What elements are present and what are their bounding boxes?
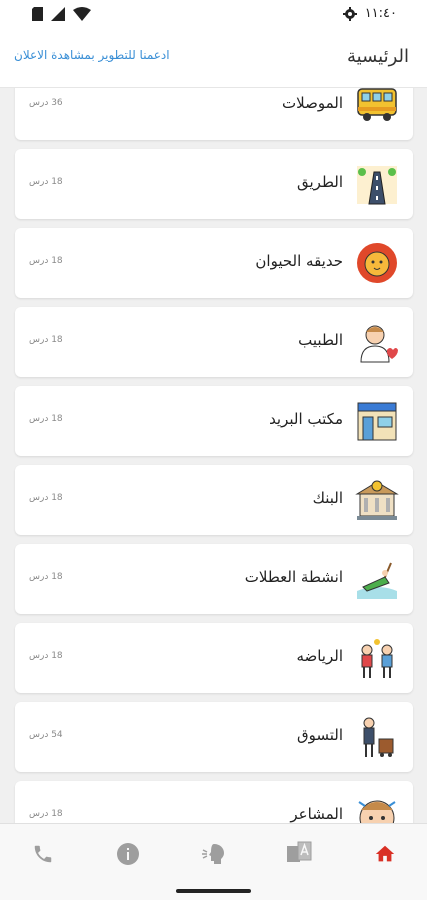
signal-icon: [51, 7, 65, 21]
category-name: الموصلات: [282, 94, 343, 112]
lesson-count: 18 درس: [29, 809, 63, 819]
beach-icon: [357, 562, 397, 599]
sports-icon: [361, 639, 393, 678]
speak-icon: [202, 844, 224, 864]
phone-icon: [34, 845, 52, 863]
nav-phone[interactable]: [30, 841, 56, 867]
nav-info[interactable]: [115, 841, 141, 867]
category-card-shopping[interactable]: التسوق 54 درس: [15, 702, 413, 772]
category-card-feelings[interactable]: المشاعر 18 درس: [15, 781, 413, 823]
category-name: المشاعر: [290, 805, 343, 823]
category-name: مكتب البريد: [269, 410, 343, 428]
bank-icon: [355, 480, 399, 520]
nav-home[interactable]: [372, 841, 398, 867]
nav-speak[interactable]: [200, 841, 226, 867]
lesson-count: 18 درس: [29, 177, 63, 187]
shopping-icon: [363, 717, 394, 757]
lesson-count: 18 درس: [29, 335, 63, 345]
feelings-icon: [358, 800, 396, 823]
category-card-sports[interactable]: الرياضه 18 درس: [15, 623, 413, 693]
category-card-bank[interactable]: البنك 18 درس: [15, 465, 413, 535]
page-title: الرئيسية: [347, 46, 409, 67]
category-name: حديقه الحيوان: [255, 252, 343, 270]
status-bar: ١١:٤٠: [0, 0, 427, 28]
category-card-doctor[interactable]: الطبيب 18 درس: [15, 307, 413, 377]
lesson-count: 54 درس: [29, 730, 63, 740]
category-name: البنك: [312, 489, 343, 507]
category-list[interactable]: الموصلات 36 درس الطريق 18 درس حديقه الحي…: [0, 88, 427, 823]
lesson-count: 18 درس: [29, 493, 63, 503]
road-icon: [357, 166, 397, 205]
app-header: الرئيسية ادعمنا للتطوير بمشاهدة الاعلان: [0, 28, 427, 88]
lesson-count: 36 درس: [29, 98, 63, 108]
gesture-area: [0, 883, 427, 900]
post-office-icon: [357, 402, 397, 441]
category-card-transport[interactable]: الموصلات 36 درس: [15, 88, 413, 140]
lesson-count: 18 درس: [29, 572, 63, 582]
lion-icon: [357, 243, 397, 283]
category-name: التسوق: [296, 726, 343, 744]
category-name: انشطة العطلات: [244, 568, 343, 586]
status-time: ١١:٤٠: [364, 6, 397, 21]
wifi-icon: [73, 7, 91, 21]
translate-icon: [287, 841, 312, 862]
category-card-road[interactable]: الطريق 18 درس: [15, 149, 413, 219]
category-name: الطريق: [296, 173, 343, 191]
category-card-zoo[interactable]: حديقه الحيوان 18 درس: [15, 228, 413, 298]
category-card-holiday-activities[interactable]: انشطة العطلات 18 درس: [15, 544, 413, 614]
bus-icon: [357, 88, 397, 121]
lesson-count: 18 درس: [29, 651, 63, 661]
home-gesture-bar[interactable]: [176, 889, 251, 893]
gear-icon: [342, 6, 357, 21]
doctor-icon: [360, 325, 398, 363]
lesson-count: 18 درس: [29, 414, 63, 424]
bottom-nav: [0, 823, 427, 883]
category-name: الطبيب: [298, 331, 343, 349]
support-ad-link[interactable]: ادعمنا للتطوير بمشاهدة الاعلان: [14, 48, 170, 62]
nav-translate[interactable]: [286, 841, 312, 867]
info-icon: [117, 843, 139, 865]
home-icon: [375, 845, 395, 862]
category-card-post-office[interactable]: مكتب البريد 18 درس: [15, 386, 413, 456]
sim-icon: [32, 7, 43, 21]
category-name: الرياضه: [296, 647, 343, 665]
lesson-count: 18 درس: [29, 256, 63, 266]
